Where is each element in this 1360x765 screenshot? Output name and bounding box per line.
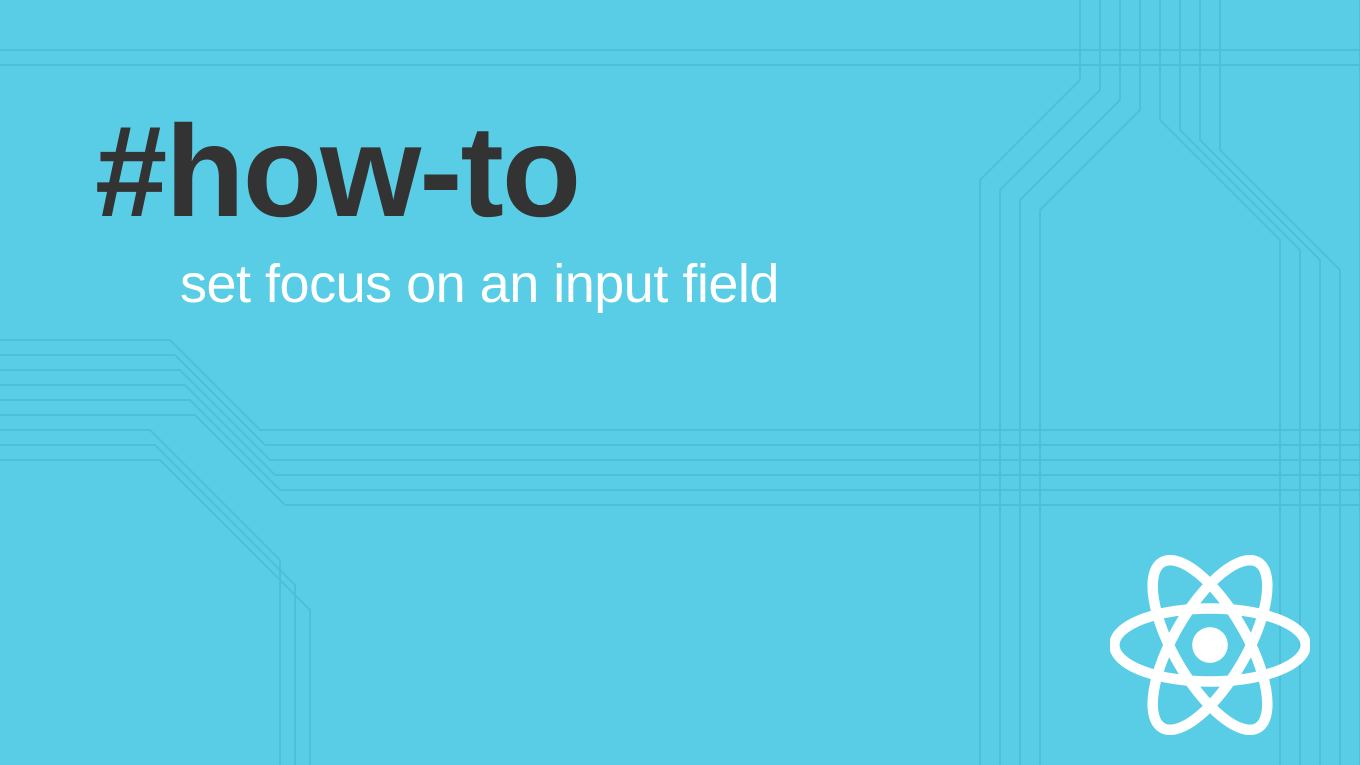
heading-hashtag: #how-to <box>95 100 779 243</box>
subheading-text: set focus on an input field <box>180 253 779 315</box>
title-block: #how-to set focus on an input field <box>95 100 779 315</box>
react-icon <box>1110 555 1310 735</box>
